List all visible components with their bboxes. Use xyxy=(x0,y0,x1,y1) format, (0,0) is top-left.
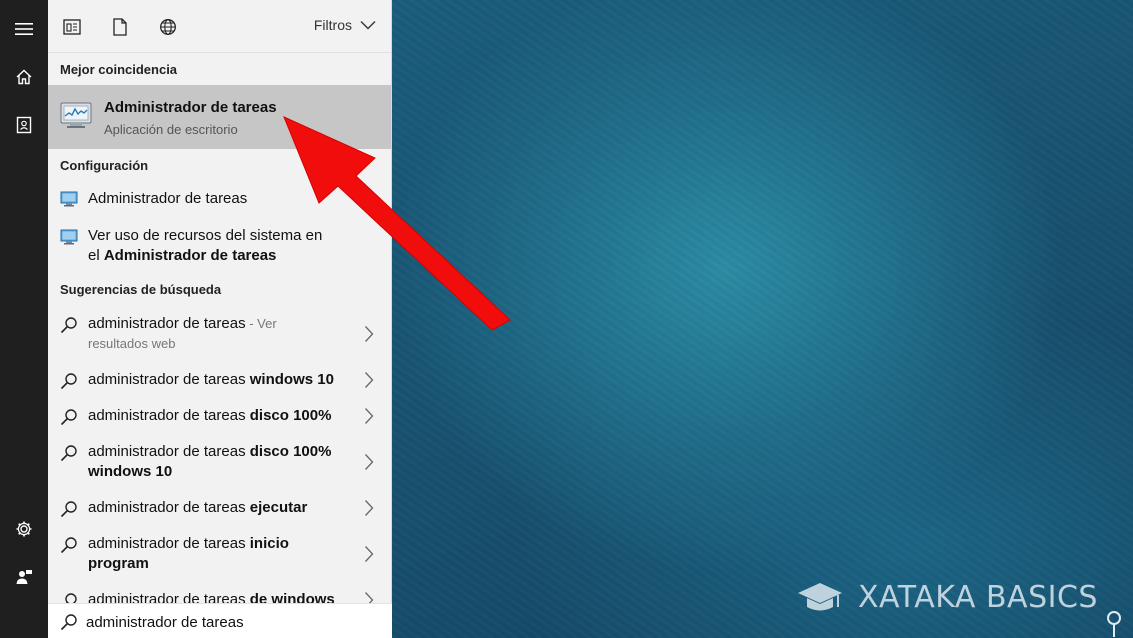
suggestion-line2: windows 10 xyxy=(88,463,173,480)
settings-gear-icon xyxy=(16,521,32,537)
task-manager-app-icon xyxy=(60,102,92,128)
settings-item-line2-prefix: el xyxy=(88,247,104,264)
suggestion-item[interactable]: administrador de tareas disco 100% xyxy=(48,404,391,432)
chevron-right-icon[interactable] xyxy=(364,453,374,471)
suggestion-text: administrador de tareas ejecutar xyxy=(88,498,348,518)
chevron-right-icon[interactable] xyxy=(364,407,374,425)
best-match-result[interactable]: Administrador de tareas Aplicación de es… xyxy=(48,85,391,149)
chevron-right-icon[interactable] xyxy=(364,545,374,563)
suggestion-line2: resultados web xyxy=(88,336,176,351)
filter-toolbar: Filtros xyxy=(48,0,391,53)
home-icon xyxy=(16,69,32,85)
apps-filter-icon xyxy=(63,19,81,35)
location-pin-icon xyxy=(1107,611,1121,637)
suggestion-prefix: administrador de tareas xyxy=(88,371,250,388)
graduation-cap-icon xyxy=(798,582,842,610)
suggestion-text: administrador de tareas disco 100% windo… xyxy=(88,442,348,482)
filters-label: Filtros xyxy=(313,17,352,33)
settings-item-label: Administrador de tareas xyxy=(88,190,248,207)
suggestion-text: administrador de tareas windows 10 xyxy=(88,370,348,390)
search-icon xyxy=(60,614,77,631)
monitor-settings-icon xyxy=(60,191,78,207)
suggestion-bold: inicio xyxy=(249,535,289,552)
chevron-right-icon[interactable] xyxy=(364,325,374,343)
chevron-right-icon[interactable] xyxy=(364,371,374,389)
desktop-background xyxy=(392,0,1133,638)
settings-item-line1: Ver uso de recursos del sistema en xyxy=(88,227,323,244)
search-icon xyxy=(60,317,77,334)
chevron-down-icon xyxy=(360,21,376,30)
apps-filter-button[interactable] xyxy=(59,14,85,40)
filters-dropdown[interactable]: Filtros xyxy=(314,17,376,33)
notebook-button[interactable] xyxy=(0,101,48,149)
suggestion-prefix: administrador de tareas xyxy=(88,499,250,516)
documents-filter-button[interactable] xyxy=(107,14,133,40)
settings-button[interactable] xyxy=(0,505,48,553)
feedback-person-icon xyxy=(16,570,32,584)
suggestion-bold: ejecutar xyxy=(249,499,308,516)
suggestion-item[interactable]: administrador de tareas disco 100% windo… xyxy=(48,440,391,488)
chevron-right-icon[interactable] xyxy=(364,499,374,517)
hamburger-menu-button[interactable] xyxy=(0,5,48,53)
search-icon xyxy=(60,409,77,426)
suggestion-item[interactable]: administrador de tareas ejecutar xyxy=(48,496,391,524)
search-results-panel: Filtros Mejor coincidencia Administrador… xyxy=(48,0,392,638)
start-rail xyxy=(0,0,48,638)
suggestion-bold: disco 100% xyxy=(249,443,332,460)
notebook-icon xyxy=(16,116,32,134)
settings-item-resource-usage[interactable]: Ver uso de recursos del sistema en el Ad… xyxy=(48,226,391,270)
home-button[interactable] xyxy=(0,53,48,101)
search-icon xyxy=(60,445,77,462)
best-match-subtitle: Aplicación de escritorio xyxy=(104,122,238,137)
suggestion-line2: program xyxy=(88,555,149,572)
feedback-button[interactable] xyxy=(0,553,48,601)
suggestion-suffix: - Ver xyxy=(245,316,277,331)
suggestion-bold: windows 10 xyxy=(249,371,334,388)
search-icon xyxy=(60,373,77,390)
search-input[interactable] xyxy=(86,610,376,634)
suggestion-item[interactable]: administrador de tareas - Ver resultados… xyxy=(48,312,391,360)
settings-item-task-manager[interactable]: Administrador de tareas xyxy=(48,188,391,212)
web-filter-icon xyxy=(160,19,176,35)
documents-filter-icon xyxy=(113,18,127,36)
monitor-settings-icon xyxy=(60,229,78,245)
search-icon xyxy=(60,537,77,554)
suggestion-text: administrador de tareas disco 100% xyxy=(88,406,348,426)
suggestion-bold: disco 100% xyxy=(249,407,332,424)
suggestion-prefix: administrador de tareas xyxy=(88,315,246,332)
suggestion-item[interactable]: administrador de tareas windows 10 xyxy=(48,368,391,396)
search-suggestions-header: Sugerencias de búsqueda xyxy=(60,282,222,297)
settings-header: Configuración xyxy=(60,158,149,173)
search-box[interactable] xyxy=(48,603,392,638)
web-filter-button[interactable] xyxy=(155,14,181,40)
suggestion-text: administrador de tareas - Ver resultados… xyxy=(88,314,348,354)
xataka-basics-watermark: XATAKA BASICS xyxy=(796,580,1098,615)
suggestion-prefix: administrador de tareas xyxy=(88,443,250,460)
suggestion-prefix: administrador de tareas xyxy=(88,535,250,552)
suggestion-prefix: administrador de tareas xyxy=(88,407,250,424)
suggestion-item[interactable]: administrador de tareas inicio program xyxy=(48,532,391,580)
settings-item-resource-text: Ver uso de recursos del sistema en el Ad… xyxy=(88,226,378,266)
search-icon xyxy=(60,501,77,518)
settings-item-line2-bold: Administrador de tareas xyxy=(103,247,277,264)
hamburger-menu-icon xyxy=(15,23,33,35)
watermark-text: XATAKA BASICS xyxy=(858,580,1098,615)
best-match-title: Administrador de tareas xyxy=(104,99,277,116)
best-match-header: Mejor coincidencia xyxy=(60,62,178,77)
suggestion-text: administrador de tareas inicio program xyxy=(88,534,348,574)
